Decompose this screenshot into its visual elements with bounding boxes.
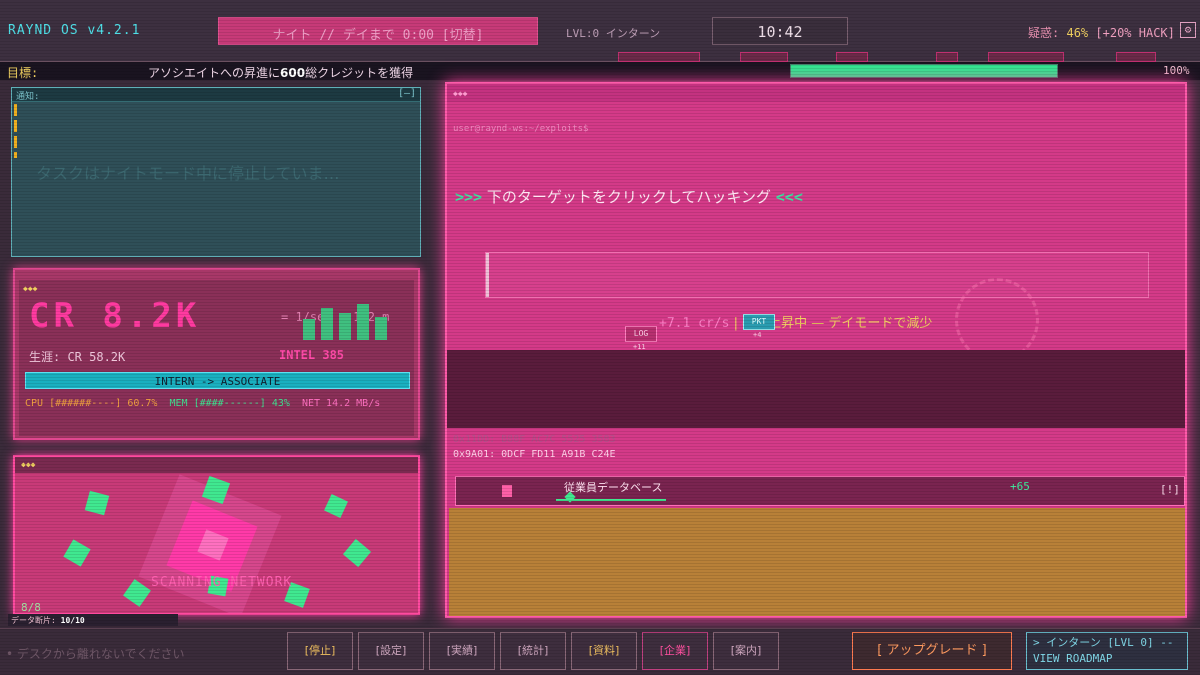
network-scan-panel: ◆◆◆ SCANNING NETWORK 8/8 <box>13 455 420 615</box>
hack-input-field[interactable] <box>485 252 1149 298</box>
level-indicator: LVL:0 インターン <box>566 27 661 40</box>
activity-bar <box>357 304 369 340</box>
objective-text: アソシエイトへの昇進に600総クレジットを獲得 <box>148 64 413 81</box>
panel-dots-icon: ◆◆◆ <box>453 89 468 98</box>
activity-bar <box>375 317 387 340</box>
rank-progress-label: INTERN -> ASSOCIATE <box>154 375 281 388</box>
cpu-stat: CPU [######----] 60.7% <box>25 398 158 409</box>
mini-tab[interactable] <box>1116 52 1156 62</box>
activity-bar <box>339 313 351 340</box>
hack-terminal: ◆◆◆ user@raynd-ws:~/exploits$ >>> 下のターゲッ… <box>445 82 1187 618</box>
mini-tab[interactable] <box>988 52 1064 62</box>
clock: 10:42 <box>757 23 803 41</box>
mem-stat: MEM [####------] 43% <box>169 398 290 409</box>
notifications-panel: 通知: [—] タスクはナイトモード中に停止していま… <box>11 87 421 257</box>
network-node[interactable] <box>63 539 91 567</box>
notification-message: タスクはナイトモード中に停止していま… <box>36 164 340 183</box>
materials-button[interactable]: [資料] <box>571 632 637 670</box>
gear-icon[interactable]: ⚙ <box>1180 22 1196 38</box>
roadmap-button[interactable]: > インターン [LVL 0] -- VIEW ROADMAP <box>1026 632 1188 670</box>
net-stat: NET 14.2 MB/s <box>301 398 381 409</box>
hack-rate: +7.1 cr/s <box>659 316 730 331</box>
packet-chip[interactable]: PKT <box>743 314 775 330</box>
mini-tab[interactable] <box>936 52 958 62</box>
stats-button[interactable]: [統計] <box>500 632 566 670</box>
scan-status: SCANNING NETWORK <box>151 575 293 590</box>
achievements-button[interactable]: [実績] <box>429 632 495 670</box>
warning-text: • デスクから離れないでください <box>6 647 185 661</box>
database-icon <box>502 485 512 497</box>
packet-chip-value: +4 <box>753 331 762 339</box>
mini-tab[interactable] <box>618 52 700 62</box>
terminal-header: ◆◆◆ <box>447 84 1185 102</box>
objective-target-number: 600 <box>280 66 306 80</box>
target-area[interactable] <box>449 508 1185 616</box>
mini-tab[interactable] <box>740 52 788 62</box>
guide-button[interactable]: [案内] <box>713 632 779 670</box>
prompt-arrow-right: <<< <box>775 188 803 206</box>
stop-button[interactable]: [停止] <box>287 632 353 670</box>
terminal-path: user@raynd-ws:~/exploits$ <box>453 124 589 134</box>
hex-line: 0x9A01: 0DCF FD11 A91B C24E <box>453 449 616 460</box>
prompt-text: 下のターゲットをクリックしてハッキング <box>486 188 771 206</box>
notifications-header: 通知: [—] <box>12 88 420 102</box>
objective-progress-bar <box>790 64 1058 78</box>
activity-bar <box>321 308 333 340</box>
panel-dots-icon: ◆◆◆ <box>23 284 38 293</box>
data-fragment-counter: データ断片: 10/10 <box>8 614 178 626</box>
upgrade-button[interactable]: [ アップグレード ] <box>852 632 1012 670</box>
scan-header: ◆◆◆ <box>15 457 418 473</box>
data-fragment-text: データ断片: 10/10 <box>11 615 85 626</box>
intel-count: INTEL 385 <box>279 348 345 362</box>
collapse-button[interactable]: [—] <box>398 88 416 99</box>
suspicion-label: 疑惑: <box>1028 26 1060 40</box>
network-node[interactable] <box>342 538 372 568</box>
input-caret <box>486 253 489 297</box>
system-stats: CPU [######----] 60.7% MEM [####------] … <box>25 398 380 409</box>
clock-box: 10:42 <box>712 17 848 45</box>
mode-toggle-label: ナイト // デイまで 0:00 [切替] <box>272 28 484 43</box>
hack-prompt: >>> 下のターゲットをクリックしてハッキング <<< <box>455 186 803 207</box>
notifications-title: 通知: <box>16 92 40 102</box>
suspicion-hack-bonus: [+20% HACK] <box>1095 26 1175 40</box>
notification-marker <box>14 104 17 158</box>
mini-tab[interactable] <box>836 52 868 62</box>
terminal-dark-band <box>447 350 1185 428</box>
prompt-arrow-left: >>> <box>455 188 483 206</box>
target-value: +65 <box>1010 480 1030 493</box>
objective-text-pre: アソシエイトへの昇進に <box>148 66 281 80</box>
data-fragment-value: 10/10 <box>60 616 85 625</box>
rank-progress-bar: INTERN -> ASSOCIATE <box>25 372 410 389</box>
network-node[interactable] <box>84 490 110 516</box>
target-employee-database[interactable]: 従業員データベース +65 [!] <box>455 476 1185 506</box>
objective-percent: 100% <box>1163 64 1190 77</box>
objective-progress-fill <box>791 65 1057 77</box>
stats-panel: ◆◆◆ CR 8.2K = 1/sec + 1.2 m 生涯: CR 58.2K… <box>13 268 420 440</box>
hex-line: 0x11DD: B88F AC7C 5525 3583 <box>453 434 616 445</box>
hack-rate-line: +7.1 cr/s | 疑惑上昇中 — デイモードで減少 <box>659 312 932 331</box>
career-credits: 生涯: CR 58.2K <box>29 350 126 364</box>
activity-bar <box>303 319 315 340</box>
network-node[interactable] <box>123 579 151 607</box>
network-node[interactable] <box>324 494 348 518</box>
top-bar: RAYND OS v4.2.1 ナイト // デイまで 0:00 [切替] LV… <box>0 0 1200 62</box>
os-title: RAYND OS v4.2.1 <box>8 23 141 38</box>
settings-button[interactable]: [設定] <box>358 632 424 670</box>
company-button[interactable]: [企業] <box>642 632 708 670</box>
panel-dots-icon: ◆◆◆ <box>21 460 36 469</box>
target-name: 従業員データベース <box>564 481 663 494</box>
activity-bars <box>303 302 399 340</box>
suspicion-meter: 疑惑: 46% [+20% HACK] <box>1028 24 1175 41</box>
mode-toggle-button[interactable]: ナイト // デイまで 0:00 [切替] <box>218 17 538 45</box>
credits-balance: CR 8.2K <box>29 296 201 336</box>
log-chip[interactable]: LOG <box>625 326 657 342</box>
scan-count: 8/8 <box>21 601 41 614</box>
suspicion-value: 46% <box>1066 26 1089 40</box>
objective-label: 目標: <box>7 66 39 80</box>
data-fragment-label: データ断片: <box>11 616 56 625</box>
objective-text-post: 総クレジットを獲得 <box>305 66 414 80</box>
alert-icon: [!] <box>1160 483 1180 496</box>
